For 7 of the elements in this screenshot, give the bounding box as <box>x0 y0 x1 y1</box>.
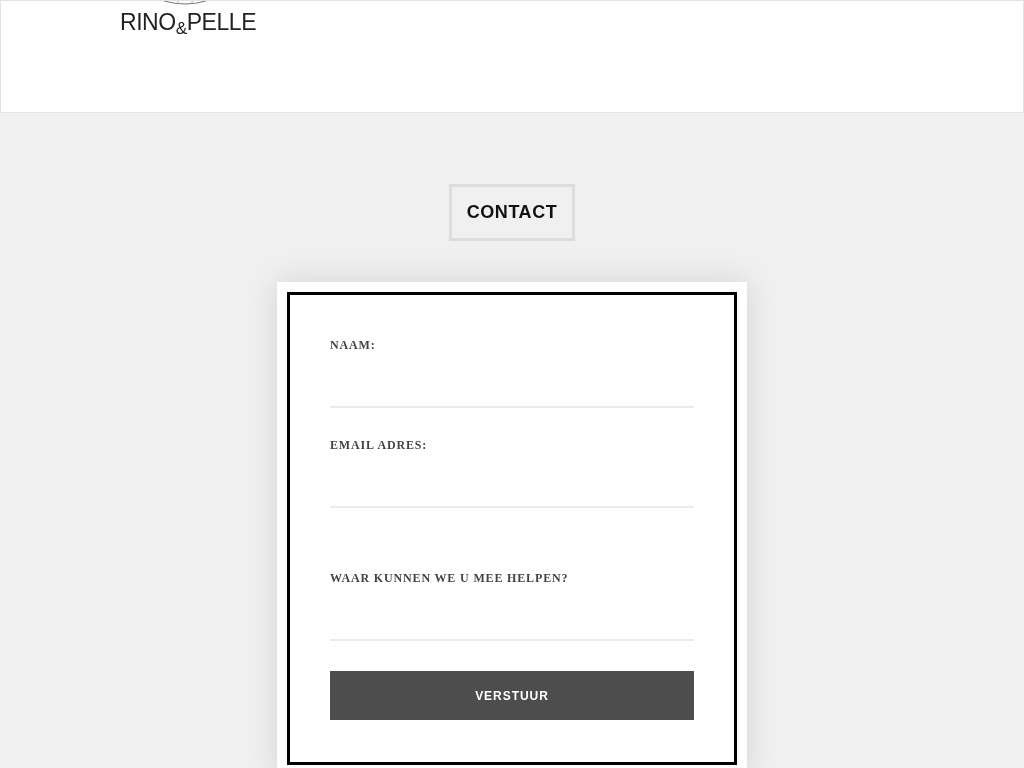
field-label: WAAR KUNNEN WE U MEE HELPEN? <box>330 570 569 586</box>
section-heading: CONTACT <box>448 184 576 241</box>
logo-text[interactable]: RINO$_{&}$PELLE <box>120 8 257 36</box>
submit-button[interactable]: VERSTUUR <box>330 671 694 720</box>
logo-icon <box>163 1 207 5</box>
field-label: EMAIL ADRES: <box>330 437 428 453</box>
field-label: NAAM: <box>330 337 376 353</box>
